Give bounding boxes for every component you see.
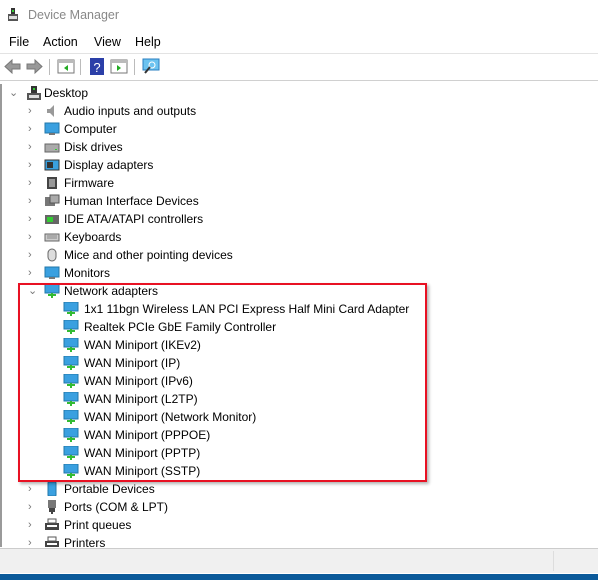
chevron-right-icon[interactable]: › — [28, 534, 40, 547]
tree-item-label: Audio inputs and outputs — [64, 104, 197, 118]
forward-arrow-icon[interactable] — [25, 58, 43, 75]
tree-category[interactable]: › Monitors — [2, 264, 598, 282]
properties-pane-icon[interactable] — [110, 58, 128, 75]
tree-category[interactable]: › Display adapters — [2, 156, 598, 174]
chevron-right-icon[interactable]: › — [28, 210, 40, 228]
show-hide-console-tree-icon[interactable] — [57, 58, 75, 75]
desktop-icon — [27, 86, 41, 100]
svg-text:?: ? — [93, 60, 100, 75]
keyboard-icon — [44, 233, 60, 242]
chevron-right-icon[interactable]: › — [28, 516, 40, 534]
tree-category[interactable]: › IDE ATA/ATAPI controllers — [2, 210, 598, 228]
tree-category[interactable]: › Computer — [2, 120, 598, 138]
chevron-right-icon[interactable]: › — [28, 156, 40, 174]
taskbar — [0, 574, 598, 580]
speaker-icon — [47, 105, 54, 117]
scan-hardware-icon[interactable] — [142, 58, 160, 75]
tree-item-label: Ports (COM & LPT) — [64, 500, 169, 514]
tree-category[interactable]: › Firmware — [2, 174, 598, 192]
tree-item-label: Display adapters — [64, 158, 154, 172]
tree-item-label: Firmware — [64, 176, 114, 190]
tree-item-label: Human Interface Devices — [64, 194, 199, 208]
printer-icon — [45, 536, 59, 547]
disk-icon — [44, 143, 60, 153]
printer-icon — [45, 518, 59, 530]
chevron-right-icon[interactable]: › — [28, 228, 40, 246]
chevron-right-icon[interactable]: › — [28, 138, 40, 156]
tree-item-label: IDE ATA/ATAPI controllers — [64, 212, 204, 226]
tree-category[interactable]: › Printers — [2, 534, 598, 547]
monitor-icon — [44, 266, 60, 279]
chevron-right-icon[interactable]: › — [28, 498, 40, 516]
tree-category[interactable]: › Mice and other pointing devices — [2, 246, 598, 264]
network-adapters-highlight-box — [18, 283, 427, 482]
tree-item-label: Portable Devices — [64, 482, 155, 496]
tree-category[interactable]: › Ports (COM & LPT) — [2, 498, 598, 516]
chevron-right-icon[interactable]: › — [28, 246, 40, 264]
toolbar-divider — [49, 59, 50, 75]
device-manager-icon — [8, 8, 18, 21]
tree-item-desktop[interactable]: ⌄ Desktop — [2, 84, 598, 102]
menu-help[interactable]: Help — [135, 35, 161, 49]
tree-item-label: Print queues — [64, 518, 132, 532]
toolbar-divider — [80, 59, 81, 75]
menu-view[interactable]: View — [94, 35, 121, 49]
tree-category[interactable]: › Disk drives — [2, 138, 598, 156]
chevron-right-icon[interactable]: › — [28, 264, 40, 282]
toolbar: ? — [0, 53, 598, 81]
chevron-right-icon[interactable]: › — [28, 102, 40, 120]
mouse-icon — [47, 248, 57, 262]
tree-category[interactable]: › Portable Devices — [2, 480, 598, 498]
menu-action[interactable]: Action — [43, 35, 78, 49]
tree-category[interactable]: › Print queues — [2, 516, 598, 534]
tree-category[interactable]: › Keyboards — [2, 228, 598, 246]
menu-bar: File Action View Help — [0, 31, 598, 53]
portable-device-icon — [47, 482, 57, 496]
chevron-right-icon[interactable]: › — [28, 120, 40, 138]
chevron-right-icon[interactable]: › — [28, 192, 40, 210]
status-divider — [553, 551, 554, 571]
tree-item-label: Mice and other pointing devices — [64, 248, 233, 262]
chip-icon — [47, 177, 57, 189]
tree-item-label: Desktop — [44, 86, 89, 100]
menu-file[interactable]: File — [9, 35, 29, 49]
chevron-right-icon[interactable]: › — [28, 480, 40, 498]
port-icon — [48, 500, 56, 514]
hid-icon — [45, 194, 60, 206]
tree-category[interactable]: › Human Interface Devices — [2, 192, 598, 210]
help-icon[interactable]: ? — [88, 58, 106, 75]
tree-item-label: Computer — [64, 122, 117, 136]
chevron-down-icon[interactable]: ⌄ — [9, 84, 21, 102]
title-bar: Device Manager — [0, 0, 598, 31]
tree-item-label: Disk drives — [64, 140, 123, 154]
monitor-icon — [44, 122, 60, 135]
tree-item-label: Keyboards — [64, 230, 122, 244]
ide-icon — [45, 215, 59, 224]
tree-item-label: Printers — [64, 536, 106, 547]
status-bar — [0, 548, 598, 573]
chevron-right-icon[interactable]: › — [28, 174, 40, 192]
display-adapter-icon — [44, 159, 60, 171]
tree-item-label: Monitors — [64, 266, 111, 280]
toolbar-divider — [134, 59, 135, 75]
window-title: Device Manager — [28, 8, 120, 22]
tree-category[interactable]: › Audio inputs and outputs — [2, 102, 598, 120]
back-arrow-icon[interactable] — [4, 58, 22, 75]
